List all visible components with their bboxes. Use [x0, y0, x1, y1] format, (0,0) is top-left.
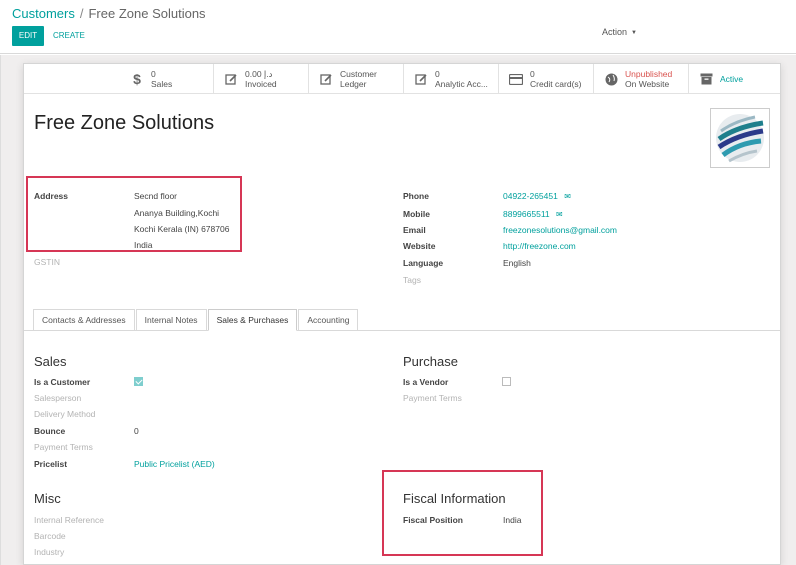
pricelist-link[interactable]: Public Pricelist (AED) [134, 459, 215, 469]
analytic-count: 0 [435, 69, 440, 79]
caret-down-icon: ▼ [631, 30, 637, 36]
breadcrumb: Customers / Free Zone Solutions [12, 6, 206, 21]
is-customer-label: Is a Customer [34, 377, 91, 387]
invoiced-stat-button[interactable]: 0.00 د.إ Invoiced [213, 64, 308, 94]
credit-card-icon [509, 72, 523, 86]
pricelist-label: Pricelist [34, 459, 68, 469]
address-highlight-box [26, 176, 242, 252]
ledger-line2: Ledger [340, 79, 367, 89]
sales-count: 0 [151, 69, 156, 79]
envelope-icon[interactable]: ✉ [564, 192, 571, 201]
company-logo[interactable] [710, 108, 770, 168]
tab-internal-notes[interactable]: Internal Notes [135, 309, 207, 330]
ledger-line1: Customer [340, 69, 377, 79]
analytic-label: Analytic Acc... [435, 79, 488, 89]
mobile-number: 8899665511 [503, 209, 550, 219]
email-link[interactable]: freezonesolutions@gmail.com [503, 225, 617, 235]
breadcrumb-customers-link[interactable]: Customers [12, 6, 75, 21]
breadcrumb-separator: / [79, 6, 84, 21]
globe-icon [604, 72, 618, 86]
phone-number: 04922-265451 [503, 191, 558, 201]
credit-label: Credit card(s) [530, 79, 582, 89]
tab-accounting[interactable]: Accounting [298, 309, 359, 330]
archive-icon [699, 72, 713, 86]
payment-terms-label: Payment Terms [34, 442, 93, 452]
is-vendor-checkbox[interactable] [502, 377, 511, 386]
on-website-label: On Website [625, 79, 670, 89]
sales-stat-button[interactable]: $ 0 Sales [120, 64, 213, 94]
mobile-label: Mobile [403, 209, 430, 219]
misc-group-title: Misc [34, 491, 61, 506]
button-box: $ 0 Sales 0.00 د.إ Invoiced Customer Ledger… [24, 64, 780, 94]
active-toggle-button[interactable]: Active [688, 64, 780, 94]
tab-sales-purchases[interactable]: Sales & Purchases [207, 309, 298, 331]
gstin-label: GSTIN [34, 257, 60, 267]
invoiced-label: Invoiced [245, 79, 277, 89]
tags-field[interactable]: Tags [403, 275, 421, 285]
action-label: Action [602, 27, 628, 37]
control-panel: Customers / Free Zone Solutions EDIT CREAT… [0, 0, 796, 54]
pencil-square-icon [414, 72, 428, 86]
bounce-label: Bounce [34, 426, 66, 436]
active-label: Active [720, 74, 744, 84]
envelope-icon[interactable]: ✉ [556, 210, 563, 219]
create-button[interactable]: CREATE [53, 26, 85, 46]
partner-name: Free Zone Solutions [34, 112, 215, 134]
language-label: Language [403, 258, 444, 268]
bounce-value: 0 [134, 426, 139, 436]
mobile-value[interactable]: 8899665511 ✉ [503, 209, 563, 219]
is-customer-checkbox[interactable] [134, 377, 143, 386]
industry-label: Industry [34, 547, 65, 557]
notebook-tabs: Contacts & Addresses Internal Notes Sale… [33, 309, 359, 331]
left-edge [0, 55, 1, 565]
invoiced-amount: 0.00 د.إ [245, 69, 273, 79]
sales-group-title: Sales [34, 354, 67, 369]
email-label: Email [403, 225, 426, 235]
tab-contacts-addresses[interactable]: Contacts & Addresses [33, 309, 135, 330]
edit-icon [319, 72, 333, 86]
website-link[interactable]: http://freezone.com [503, 241, 576, 251]
unpublished-status: Unpublished [625, 69, 673, 79]
fiscal-highlight-box [382, 470, 543, 556]
salesperson-label: Salesperson [34, 393, 82, 403]
purchase-group-title: Purchase [403, 354, 458, 369]
action-dropdown[interactable]: Action ▼ [602, 27, 637, 37]
website-publish-button[interactable]: Unpublished On Website [593, 64, 688, 94]
pencil-square-icon [224, 72, 238, 86]
dollar-icon: $ [133, 71, 141, 87]
internal-reference-label: Internal Reference [34, 515, 104, 525]
purchase-payment-terms-label: Payment Terms [403, 393, 462, 403]
breadcrumb-current: Free Zone Solutions [88, 6, 206, 21]
sales-label: Sales [151, 79, 173, 89]
credit-count: 0 [530, 69, 535, 79]
phone-label: Phone [403, 191, 429, 201]
phone-value[interactable]: 04922-265451 ✉ [503, 191, 571, 201]
delivery-method-label: Delivery Method [34, 409, 96, 419]
language-value: English [503, 258, 531, 268]
barcode-label: Barcode [34, 531, 66, 541]
website-label: Website [403, 241, 436, 251]
is-vendor-label: Is a Vendor [403, 377, 449, 387]
analytic-stat-button[interactable]: 0 Analytic Acc... [403, 64, 498, 94]
credit-card-stat-button[interactable]: 0 Credit card(s) [498, 64, 593, 94]
customer-ledger-button[interactable]: Customer Ledger [308, 64, 403, 94]
form-sheet: $ 0 Sales 0.00 د.إ Invoiced Customer Ledger… [23, 63, 781, 565]
edit-button[interactable]: EDIT [12, 26, 44, 46]
